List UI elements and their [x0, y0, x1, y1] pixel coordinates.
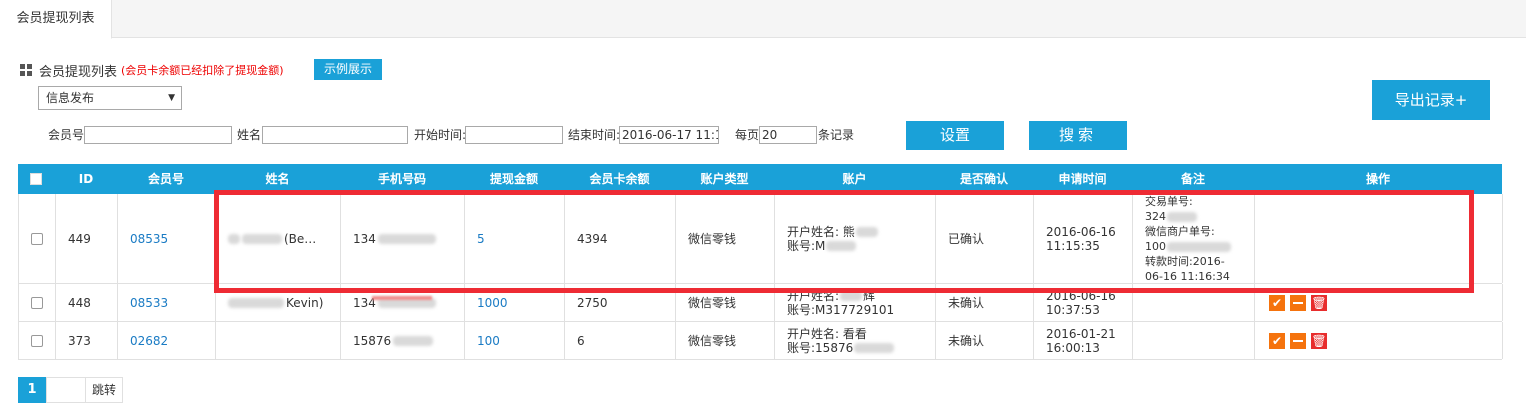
- page-jump-input[interactable]: [46, 377, 86, 403]
- name-label: 姓名: [237, 128, 262, 142]
- per-page-input[interactable]: 20: [759, 126, 817, 144]
- export-records-button[interactable]: 导出记录+: [1372, 80, 1490, 120]
- start-time-label: 开始时间:: [414, 128, 467, 142]
- table-row: 373 02682 15876 100 6 微信零钱 开户姓名: 看看 账号:1…: [18, 322, 1503, 360]
- row-checkbox[interactable]: [31, 232, 43, 245]
- start-time-input[interactable]: [465, 126, 563, 144]
- redacted-mask: [228, 297, 284, 308]
- caret-down-icon: ▼: [168, 93, 175, 103]
- page-jump-button[interactable]: 跳转: [86, 377, 124, 403]
- redacted-mask: [854, 343, 895, 353]
- reject-minus-icon[interactable]: [1290, 294, 1306, 311]
- delete-trash-icon[interactable]: 🗑: [1311, 294, 1327, 311]
- cell-member-link[interactable]: 08533: [118, 284, 216, 321]
- redacted-mask: [372, 296, 432, 300]
- member-no-input[interactable]: [84, 126, 232, 144]
- member-no-label: 会员号: [48, 128, 85, 142]
- cell-note: [1133, 322, 1255, 359]
- category-select-value: 信息发布: [46, 91, 95, 105]
- row-checkbox[interactable]: [31, 334, 43, 347]
- name-input[interactable]: [262, 126, 408, 144]
- per-page-label: 每页: [735, 128, 760, 142]
- redacted-mask: [393, 335, 434, 346]
- pagination: 1 跳转: [18, 377, 124, 403]
- cell-phone: 15876: [341, 322, 465, 359]
- end-time-input[interactable]: 2016-06-17 11:17: [619, 126, 719, 144]
- cell-balance: 6: [565, 322, 676, 359]
- per-page-suffix: 条记录: [818, 128, 855, 142]
- cell-id: 373: [56, 322, 118, 359]
- demo-button[interactable]: 示例展示: [314, 59, 382, 80]
- cell-id: 448: [56, 284, 118, 321]
- cell-account: 开户姓名: 看看 账号:15876: [775, 322, 936, 359]
- highlight-annotation-box: [214, 190, 1474, 293]
- cell-amount[interactable]: 100: [465, 322, 565, 359]
- col-header-member: 会员号: [147, 172, 184, 186]
- grid-icon: [20, 64, 32, 76]
- end-time-label: 结束时间:: [568, 128, 621, 142]
- page-1-button[interactable]: 1: [18, 377, 46, 403]
- tab-bar: 会员提现列表: [0, 0, 1526, 39]
- section-note: (会员卡余额已经扣除了提现金额): [121, 64, 284, 77]
- cell-name: [216, 322, 341, 359]
- reject-minus-icon[interactable]: [1290, 332, 1306, 349]
- delete-trash-icon[interactable]: 🗑: [1311, 332, 1327, 349]
- cell-confirmed: 未确认: [936, 322, 1034, 359]
- confirm-check-icon[interactable]: ✔: [1269, 332, 1285, 349]
- section-header: 会员提现列表 (会员卡余额已经扣除了提现金额): [20, 61, 284, 80]
- confirm-check-icon[interactable]: ✔: [1269, 294, 1285, 311]
- select-all-checkbox[interactable]: [30, 173, 42, 185]
- col-header-id: ID: [78, 172, 94, 186]
- category-select[interactable]: 信息发布 ▼: [38, 86, 182, 110]
- cell-id: 449: [56, 194, 118, 283]
- cell-actions: ✔ 🗑: [1255, 322, 1503, 359]
- section-title: 会员提现列表: [39, 64, 118, 80]
- tab-member-withdraw-list[interactable]: 会员提现列表: [0, 0, 112, 39]
- cell-acct-type: 微信零钱: [676, 322, 775, 359]
- set-button[interactable]: 设置: [906, 121, 1004, 150]
- search-button[interactable]: 搜索: [1029, 121, 1127, 150]
- cell-member-link[interactable]: 02682: [118, 322, 216, 359]
- cell-time: 2016-01-21 16:00:13: [1034, 322, 1133, 359]
- row-checkbox[interactable]: [31, 296, 43, 309]
- cell-member-link[interactable]: 08535: [118, 194, 216, 283]
